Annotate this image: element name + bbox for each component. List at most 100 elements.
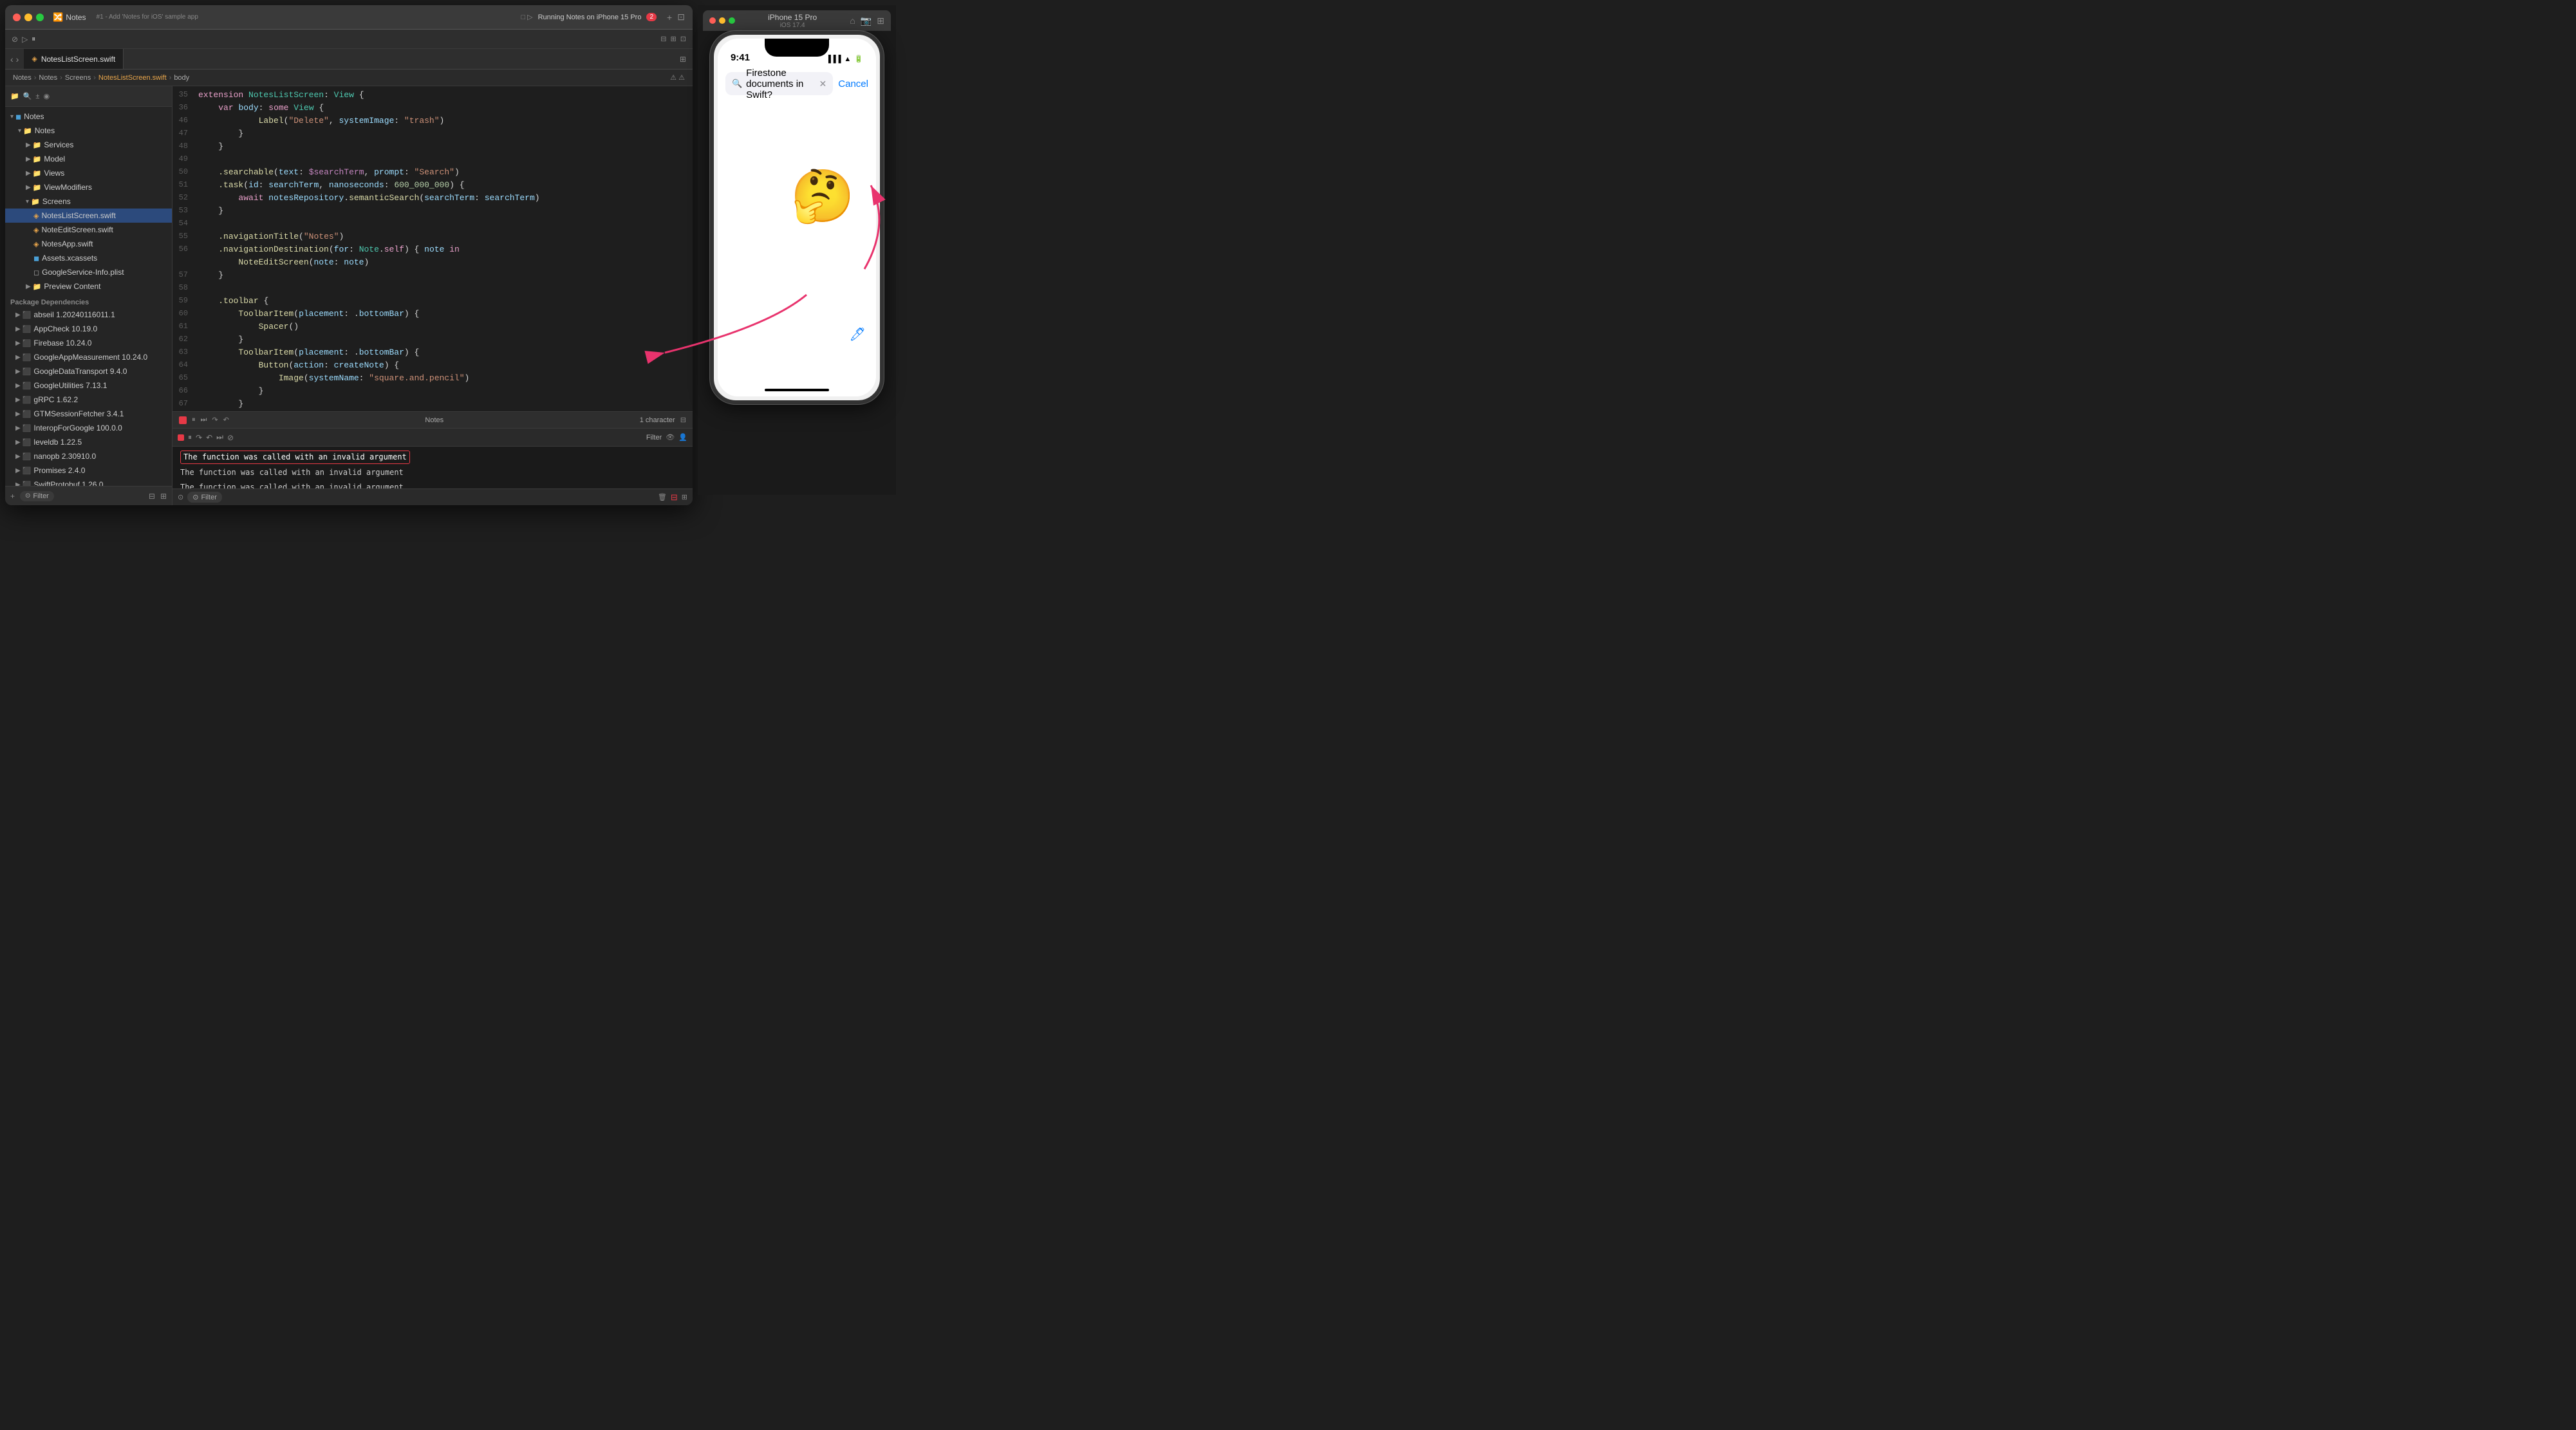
panel-toggle[interactable]: ⊡ bbox=[677, 12, 685, 23]
sidebar-item-notesapp[interactable]: ◈ NotesApp.swift bbox=[5, 237, 172, 251]
screenshot-icon[interactable]: 📷 bbox=[861, 15, 872, 26]
code-line-65: 65 Image(systemName: "square.and.pencil"… bbox=[173, 372, 693, 385]
sidebar-item-screens[interactable]: ▾ 📁 Screens bbox=[5, 194, 172, 209]
sidebar-item-assets[interactable]: ◼ Assets.xcassets bbox=[5, 251, 172, 265]
debug-step-icon[interactable]: ↷ bbox=[196, 433, 202, 442]
sidebar-toggle[interactable]: ⊟ bbox=[660, 35, 666, 43]
add-button[interactable]: + bbox=[667, 12, 672, 23]
pkg-gtm[interactable]: ▶ ⬛ GTMSessionFetcher 3.4.1 bbox=[5, 407, 172, 421]
pkg-google-datatransport[interactable]: ▶ ⬛ GoogleDataTransport 9.4.0 bbox=[5, 364, 172, 378]
xcode-window: 🔀 Notes #1 - Add 'Notes for iOS' sample … bbox=[5, 5, 693, 505]
pkg-firebase[interactable]: ▶ ⬛ Firebase 10.24.0 bbox=[5, 336, 172, 350]
step-out-icon[interactable]: ↶ bbox=[223, 416, 229, 424]
rotate-icon[interactable]: ⊞ bbox=[877, 15, 884, 26]
breadcrumb-notes[interactable]: Notes bbox=[39, 74, 57, 82]
clear-button[interactable]: ✕ bbox=[819, 79, 827, 89]
close-button[interactable] bbox=[13, 14, 21, 21]
run-icon[interactable]: ▷ bbox=[22, 35, 28, 44]
breadcrumb-file[interactable]: NotesListScreen.swift bbox=[98, 74, 167, 82]
editor-status-bar: ⏸ ⏭ ↷ ↶ Notes 1 character ⊟ bbox=[173, 411, 693, 428]
pkg-nanopb[interactable]: ▶ ⬛ nanopb 2.30910.0 bbox=[5, 449, 172, 463]
pause-icon-bar[interactable]: ⏸ bbox=[192, 416, 196, 424]
sidebar-item-preview-content[interactable]: ▶ 📁 Preview Content bbox=[5, 279, 172, 293]
vcs-icon[interactable]: ± bbox=[35, 93, 39, 100]
pkg-abseil[interactable]: ▶ ⬛ abseil 1.20240116011.1 bbox=[5, 308, 172, 322]
filter-icon-debug: ⊙ bbox=[192, 493, 198, 501]
pkg-google-utilities[interactable]: ▶ ⬛ GoogleUtilities 7.13.1 bbox=[5, 378, 172, 393]
minimize-button[interactable] bbox=[24, 14, 32, 21]
breadcrumb-notes-root[interactable]: Notes bbox=[13, 74, 32, 82]
sidebar-item-noteeditscreen[interactable]: ◈ NoteEditScreen.swift bbox=[5, 223, 172, 237]
sidebar-filter[interactable]: ⊙ Filter bbox=[20, 491, 54, 501]
pkg-interop[interactable]: ▶ ⬛ InteropForGoogle 100.0.0 bbox=[5, 421, 172, 435]
project-icon: ◼ bbox=[15, 113, 21, 121]
debug-toggle[interactable]: ⊡ bbox=[680, 35, 686, 43]
back-button[interactable]: ‹ bbox=[10, 54, 14, 64]
filter-icon: ⊙ bbox=[25, 492, 30, 499]
sim-maximize[interactable] bbox=[729, 17, 735, 24]
sim-minimize[interactable] bbox=[719, 17, 725, 24]
search-icon[interactable]: 🔍 bbox=[23, 92, 32, 100]
debug-console[interactable]: The function was called with an invalid … bbox=[173, 447, 693, 488]
pkg-promises[interactable]: ▶ ⬛ Promises 2.4.0 bbox=[5, 463, 172, 478]
inspector-toggle[interactable]: ⊞ bbox=[671, 35, 677, 43]
signal-icon: ▐▐▐ bbox=[826, 55, 841, 63]
sidebar-item-views[interactable]: ▶ 📁 Views bbox=[5, 166, 172, 180]
breadcrumb-body[interactable]: body bbox=[174, 74, 189, 82]
search-bar[interactable]: 🔍 Firestone documents in Swift? ✕ bbox=[725, 72, 833, 95]
debug-area: ⏸ ↷ ↶ ⏭ ⊘ Filter 👁 👤 The function was ca… bbox=[173, 428, 693, 505]
pkg-google-measurement[interactable]: ▶ ⬛ GoogleAppMeasurement 10.24.0 bbox=[5, 350, 172, 364]
pkg-leveldb[interactable]: ▶ ⬛ leveldb 1.22.5 bbox=[5, 435, 172, 449]
trash-icon[interactable]: 🗑 bbox=[658, 493, 667, 501]
sidebar-item-services[interactable]: ▶ 📁 Services bbox=[5, 138, 172, 152]
step-into-icon[interactable]: ↷ bbox=[212, 416, 218, 424]
file-navigator: ▾ ◼ Notes ▾ 📁 Notes ▶ 📁 Services bbox=[5, 107, 172, 486]
error-highlighted: The function was called with an invalid … bbox=[180, 450, 410, 464]
pause-icon[interactable]: ⏸ bbox=[32, 34, 35, 44]
error-line-3: The function was called with an invalid … bbox=[180, 483, 404, 488]
add-file-icon[interactable]: + bbox=[10, 492, 15, 501]
debug-filter-pill[interactable]: ⊙ Filter bbox=[187, 492, 222, 503]
breakpoints-icon[interactable]: ◉ bbox=[43, 92, 50, 100]
forward-button[interactable]: › bbox=[16, 54, 19, 64]
sidebar-item-noteslistscreen[interactable]: ◈ NotesListScreen.swift bbox=[5, 209, 172, 223]
sort-icon[interactable]: ⊟ bbox=[149, 492, 155, 501]
tab-add-button[interactable]: ⊞ bbox=[680, 55, 686, 64]
active-tab[interactable]: ◈ NotesListScreen.swift bbox=[24, 49, 124, 70]
cancel-button[interactable]: Cancel bbox=[838, 79, 868, 89]
debug-view-icon[interactable]: 👁 bbox=[666, 433, 675, 441]
debug-clear-icon[interactable]: ⊘ bbox=[227, 433, 234, 442]
sidebar-item-viewmodifiers[interactable]: ▶ 📁 ViewModifiers bbox=[5, 180, 172, 194]
home-icon[interactable]: ⌂ bbox=[850, 15, 855, 26]
debug-filter-icon[interactable]: ⊙ bbox=[178, 493, 183, 501]
code-line-46: 46 Label("Delete", systemImage: "trash") bbox=[173, 115, 693, 127]
sidebar-item-model[interactable]: ▶ 📁 Model bbox=[5, 152, 172, 166]
pkg-grpc[interactable]: ▶ ⬛ gRPC 1.62.2 bbox=[5, 393, 172, 407]
grid-icon[interactable]: ⊞ bbox=[160, 492, 167, 501]
tab-bar: ‹ › ◈ NotesListScreen.swift ⊞ bbox=[5, 49, 693, 70]
code-line-35: 35 extension NotesListScreen: View { bbox=[173, 89, 693, 102]
debug-pause-icon[interactable]: ⏸ bbox=[188, 432, 192, 442]
sidebar-item-notes-root[interactable]: ▾ ◼ Notes bbox=[5, 109, 172, 124]
code-line-66: 66 } bbox=[173, 385, 693, 398]
debug-step3-icon[interactable]: ⏭ bbox=[216, 432, 223, 442]
sim-close[interactable] bbox=[709, 17, 716, 24]
code-line-64: 64 Button(action: createNote) { bbox=[173, 359, 693, 372]
sim-title-area: iPhone 15 Pro iOS 17.4 bbox=[740, 13, 845, 29]
view-icon[interactable]: ⊟ bbox=[680, 416, 686, 424]
compose-button[interactable]: 🖊 bbox=[850, 326, 866, 342]
sidebar-item-notes-folder[interactable]: ▾ 📁 Notes bbox=[5, 124, 172, 138]
warning-icon: ⚠ ⚠ bbox=[670, 73, 685, 82]
debug-step2-icon[interactable]: ↶ bbox=[206, 433, 212, 442]
breadcrumb-screens[interactable]: Screens bbox=[65, 74, 91, 82]
step-over-icon[interactable]: ⏭ bbox=[201, 416, 207, 424]
sidebar-item-plist[interactable]: ◻ GoogleService-Info.plist bbox=[5, 265, 172, 279]
breakpoint-icon[interactable]: ⊘ bbox=[12, 35, 18, 44]
maximize-button[interactable] bbox=[36, 14, 44, 21]
code-editor[interactable]: 35 extension NotesListScreen: View { 36 … bbox=[173, 86, 693, 411]
debug-more-icon[interactable]: ⊞ bbox=[682, 493, 687, 501]
split-icon[interactable]: ⊟ bbox=[671, 492, 678, 503]
filter-label-debug: Filter bbox=[201, 494, 216, 501]
pkg-appcheck[interactable]: ▶ ⬛ AppCheck 10.19.0 bbox=[5, 322, 172, 336]
pkg-swiftprotobuf[interactable]: ▶ ⬛ SwiftProtobuf 1.26.0 bbox=[5, 478, 172, 486]
